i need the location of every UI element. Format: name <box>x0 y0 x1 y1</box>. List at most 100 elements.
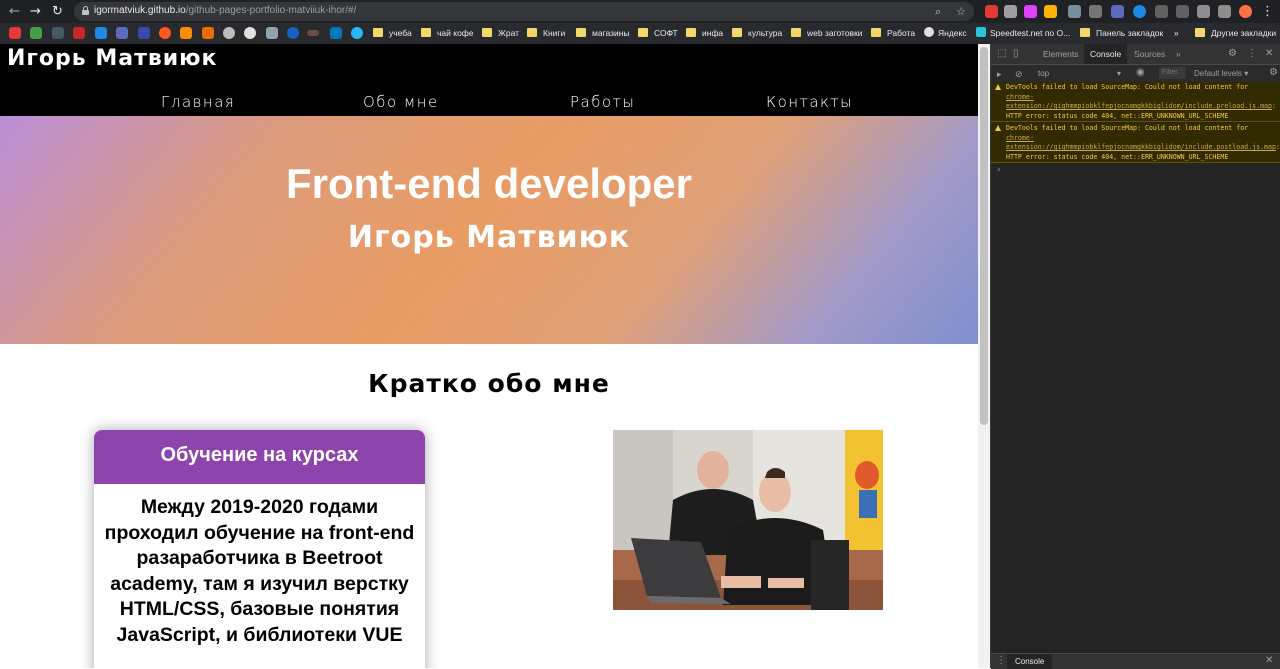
lock-icon <box>82 6 89 15</box>
puzzle-icon[interactable] <box>1197 5 1210 18</box>
console-warning[interactable]: DevTools failed to load SourceMap: Could… <box>991 123 1280 163</box>
folder-icon <box>482 28 492 37</box>
star-icon[interactable]: ☆ <box>956 5 966 18</box>
twitter-icon[interactable] <box>351 27 363 39</box>
console-warning[interactable]: DevTools failed to load SourceMap: Could… <box>991 82 1280 122</box>
extension-icon[interactable] <box>1111 5 1124 18</box>
bookmark-icon[interactable] <box>223 27 235 39</box>
bookmark-speedtest[interactable]: Speedtest.net по О... <box>976 27 1070 40</box>
nav-link-about[interactable]: Обо мне <box>363 93 439 111</box>
warning-link[interactable]: chrome-extension://gighmmpiobklfepjocnam… <box>1006 93 1272 111</box>
github-icon[interactable] <box>244 27 256 39</box>
context-chevron-icon[interactable]: ▾ <box>1117 68 1121 80</box>
mail-icon[interactable] <box>95 27 107 39</box>
folder-icon <box>576 28 586 37</box>
bookmark-folder[interactable]: СОФТ <box>638 27 678 40</box>
address-bar[interactable]: igormatviuk.github.io/github-pages-portf… <box>74 2 974 21</box>
clear-console-icon[interactable]: ⊘ <box>1015 68 1023 80</box>
drawer-menu-icon[interactable]: ⋮ <box>996 655 1006 667</box>
folder-icon <box>791 28 801 37</box>
extension-icon[interactable] <box>1155 5 1168 18</box>
extension-icon[interactable] <box>985 5 998 18</box>
extension-icon[interactable] <box>1089 5 1102 18</box>
bookmarks-overflow[interactable]: » <box>1174 27 1179 40</box>
drawer-close-icon[interactable]: ✕ <box>1265 655 1273 667</box>
extension-icon[interactable] <box>1004 5 1017 18</box>
folder-icon <box>421 28 431 37</box>
tab-elements[interactable]: Elements <box>1043 44 1078 64</box>
linkedin-icon[interactable] <box>330 27 342 39</box>
folder-icon <box>871 28 881 37</box>
device-toolbar-icon[interactable]: ▯ <box>1013 44 1019 64</box>
close-icon[interactable]: ✕ <box>1265 44 1273 64</box>
back-icon[interactable]: ← <box>6 3 23 20</box>
url-text[interactable]: igormatviuk.github.io/github-pages-portf… <box>94 5 356 16</box>
bookmark-icon[interactable] <box>52 27 64 39</box>
bookmark-folder[interactable]: Панель закладок <box>1080 27 1163 40</box>
bookmark-icon[interactable] <box>307 30 319 36</box>
tab-console[interactable]: Console <box>1084 44 1128 64</box>
console-settings-icon[interactable]: ⚙ <box>1269 67 1278 79</box>
menu-icon[interactable]: ⋮ <box>1259 3 1276 20</box>
folder-icon <box>1080 28 1090 37</box>
youtube-icon[interactable] <box>9 27 21 39</box>
page-scrollbar[interactable] <box>978 44 990 668</box>
avatar[interactable] <box>1239 5 1252 18</box>
scroll-thumb[interactable] <box>980 47 988 425</box>
extension-icon[interactable] <box>1176 5 1189 18</box>
bookmark-folder[interactable]: Книги <box>527 27 565 40</box>
gmail-icon[interactable] <box>73 27 85 39</box>
bookmark-folder[interactable]: чай кофе <box>421 27 474 40</box>
forward-icon[interactable]: → <box>27 3 44 20</box>
kebab-menu-icon[interactable]: ⋮ <box>1247 44 1257 64</box>
console-prompt[interactable]: › <box>996 165 1001 175</box>
devtools-tabbar: ⬚ ▯ Elements Console Sources » ⚙ ⋮ ✕ <box>991 44 1280 65</box>
extension-icon[interactable] <box>1133 5 1146 18</box>
extension-icon[interactable] <box>1024 5 1037 18</box>
warning-link[interactable]: chrome-extension://gighmmpiobklfepjocnam… <box>1006 134 1276 152</box>
bookmark-folder[interactable]: учеба <box>373 27 412 40</box>
sidebar-toggle-icon[interactable]: ▸ <box>997 68 1002 80</box>
eye-icon[interactable]: ◉ <box>1136 67 1145 79</box>
more-tabs-icon[interactable]: » <box>1176 44 1181 64</box>
folder-icon <box>732 28 742 37</box>
bookmark-icon[interactable] <box>287 27 299 39</box>
gear-icon[interactable]: ⚙ <box>1228 44 1237 64</box>
chat-icon[interactable] <box>116 27 128 39</box>
web-page: Игорь Матвиюк Главная Обо мне Работы Кон… <box>0 44 978 668</box>
bookmark-yandex[interactable]: Яндекс <box>924 27 967 40</box>
extension-icon[interactable] <box>1068 5 1081 18</box>
warning-text: DevTools failed to load SourceMap: Could… <box>1006 83 1249 91</box>
bookmark-icon[interactable] <box>202 27 214 39</box>
bookmark-folder[interactable]: магазины <box>576 27 630 40</box>
drawer-tab-console[interactable]: Console <box>1007 654 1053 669</box>
card-heading: Обучение на курсах <box>94 430 425 484</box>
context-select[interactable]: top <box>1038 68 1049 80</box>
bookmark-folder[interactable]: культура <box>732 27 782 40</box>
extension-icon[interactable] <box>1044 5 1057 18</box>
console-filter-input[interactable]: Filter <box>1159 67 1186 79</box>
reddit-icon[interactable] <box>159 27 171 39</box>
reload-icon[interactable]: ↻ <box>49 3 66 20</box>
bookmark-folder[interactable]: Жрат <box>482 27 519 40</box>
bookmark-icon[interactable] <box>180 27 192 39</box>
bookmark-folder[interactable]: инфа <box>686 27 723 40</box>
bookmark-icon[interactable] <box>266 27 278 39</box>
site-brand[interactable]: Игорь Матвиюк <box>7 46 217 71</box>
chat-icon[interactable] <box>138 27 150 39</box>
search-icon[interactable]: ⌕ <box>935 5 941 18</box>
bookmark-folder[interactable]: Работа <box>871 27 915 40</box>
log-levels-select[interactable]: Default levels ▾ <box>1194 68 1248 80</box>
maps-icon[interactable] <box>30 27 42 39</box>
nav-link-contacts[interactable]: Контакты <box>766 93 853 111</box>
bookmark-folder[interactable]: web заготовки <box>791 27 863 40</box>
nav-link-works[interactable]: Работы <box>570 93 635 111</box>
playlist-icon[interactable] <box>1218 5 1231 18</box>
nav-link-home[interactable]: Главная <box>161 93 235 111</box>
bookmarks-bar: учеба чай кофе Жрат Книги магазины СОФТ … <box>0 23 1280 44</box>
profile-photo <box>613 430 883 610</box>
section-title: Кратко обо мне <box>368 369 610 398</box>
bookmark-folder[interactable]: Другие закладки <box>1195 27 1276 40</box>
tab-sources[interactable]: Sources <box>1134 44 1165 64</box>
inspect-icon[interactable]: ⬚ <box>997 44 1006 64</box>
